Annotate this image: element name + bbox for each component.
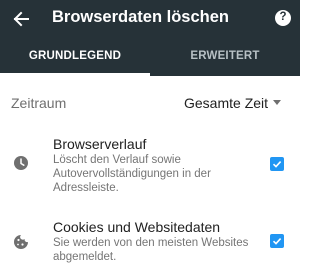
time-range-label: Zeitraum <box>11 95 67 111</box>
arrow-back-icon <box>13 11 29 27</box>
history-checkbox[interactable] <box>270 157 284 171</box>
cookies-checkbox[interactable] <box>270 234 284 248</box>
cookie-icon <box>14 235 28 249</box>
back-button[interactable] <box>8 6 34 32</box>
item-title-cookies: Cookies und Websitedaten <box>53 219 221 235</box>
checkmark-icon <box>272 161 282 168</box>
help-icon: ? <box>279 11 287 24</box>
clock-icon <box>14 156 28 170</box>
help-button[interactable]: ? <box>275 10 291 26</box>
active-tab-indicator <box>0 73 150 76</box>
item-title-history: Browserverlauf <box>53 136 147 152</box>
app-bar: Browserdaten löschen ? GRUNDLEGEND ERWEI… <box>0 0 300 76</box>
tab-erweitert[interactable]: ERWEITERT <box>150 50 300 76</box>
dropdown-caret-icon[interactable] <box>273 100 281 105</box>
page-title: Browserdaten löschen <box>52 8 229 26</box>
checkmark-icon <box>272 238 282 245</box>
item-description-cookies: Sie werden von den meisten Websites abge… <box>53 237 249 263</box>
time-range-dropdown[interactable]: Gesamte Zeit <box>184 95 268 111</box>
item-description-history: Löscht den Verlauf sowie Autovervollstän… <box>53 154 211 194</box>
